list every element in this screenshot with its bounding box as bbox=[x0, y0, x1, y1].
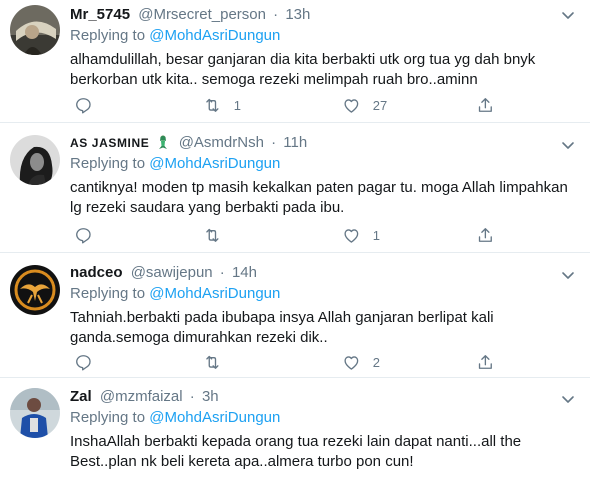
replying-to-label: Replying to bbox=[70, 27, 146, 44]
separator-dot: · bbox=[219, 264, 225, 281]
timestamp[interactable]: 13h bbox=[285, 6, 310, 23]
replying-to-label: Replying to bbox=[70, 409, 146, 426]
user-handle[interactable]: @sawijepun bbox=[131, 264, 213, 281]
chevron-down-icon[interactable] bbox=[560, 391, 576, 407]
tweet-text-line: cantiknya! moden tp masih kekalkan paten… bbox=[70, 179, 568, 196]
replying-to: Replying to @MohdAsriDungun bbox=[70, 154, 556, 174]
reply-tweet[interactable]: Zal @mzmfaizal · 3h Replying to @MohdAsr… bbox=[0, 378, 590, 481]
retweet-button[interactable] bbox=[203, 351, 222, 373]
chevron-down-icon[interactable] bbox=[560, 7, 576, 23]
avatar[interactable] bbox=[10, 5, 60, 55]
timestamp[interactable]: 3h bbox=[202, 388, 219, 405]
share-button[interactable] bbox=[476, 94, 495, 116]
like-button[interactable]: 27 bbox=[342, 94, 387, 116]
reply-feed: Mr_5745 @Mrsecret_person · 13h Replying … bbox=[0, 0, 590, 481]
avatar[interactable] bbox=[10, 265, 60, 315]
share-button[interactable] bbox=[476, 224, 495, 246]
tweet-header: nadceo @sawijepun · 14h bbox=[70, 263, 556, 283]
retweet-count: 1 bbox=[233, 97, 241, 113]
like-button[interactable]: 2 bbox=[342, 351, 380, 373]
display-name[interactable]: AS JASMINE bbox=[70, 136, 149, 150]
reply-button[interactable] bbox=[74, 351, 93, 373]
tweet-content: nadceo @sawijepun · 14h Replying to @Moh… bbox=[70, 263, 556, 348]
timestamp[interactable]: 11h bbox=[283, 134, 307, 151]
like-button[interactable]: 1 bbox=[342, 224, 380, 246]
mention-link[interactable]: @MohdAsriDungun bbox=[149, 155, 280, 172]
reply-button[interactable] bbox=[74, 94, 93, 116]
tweet-text-line: ganda.semoga dimurahkan rezeki dik.. bbox=[70, 329, 328, 346]
retweet-button[interactable] bbox=[203, 224, 222, 246]
tweet-text-line: alhamdulillah, besar ganjaran dia kita b… bbox=[70, 51, 536, 68]
replying-to-label: Replying to bbox=[70, 285, 146, 302]
tweet-actions: 2 bbox=[70, 351, 500, 373]
display-name[interactable]: nadceo bbox=[70, 264, 123, 281]
user-handle[interactable]: @Mrsecret_person bbox=[138, 6, 266, 23]
tweet-header: Mr_5745 @Mrsecret_person · 13h bbox=[70, 5, 556, 25]
retweet-button[interactable]: 1 bbox=[203, 94, 241, 116]
replying-to: Replying to @MohdAsriDungun bbox=[70, 408, 556, 428]
replying-to: Replying to @MohdAsriDungun bbox=[70, 26, 556, 46]
tweet-text-line: lg rezeki saudara yang berbakti pada ibu… bbox=[70, 199, 345, 216]
tweet-header: Zal @mzmfaizal · 3h bbox=[70, 387, 556, 407]
mention-link[interactable]: @MohdAsriDungun bbox=[149, 409, 280, 426]
user-handle[interactable]: @AsmdrNsh bbox=[179, 134, 264, 151]
mention-link[interactable]: @MohdAsriDungun bbox=[149, 285, 280, 302]
replying-to-label: Replying to bbox=[70, 155, 146, 172]
chevron-down-icon[interactable] bbox=[560, 137, 576, 153]
timestamp[interactable]: 14h bbox=[232, 264, 257, 281]
replying-to: Replying to @MohdAsriDungun bbox=[70, 284, 556, 304]
like-count: 2 bbox=[372, 354, 380, 370]
share-button[interactable] bbox=[476, 351, 495, 373]
tweet-header: AS JASMINE @AsmdrNsh · 11h bbox=[70, 133, 556, 153]
mention-link[interactable]: @MohdAsriDungun bbox=[149, 27, 280, 44]
tweet-actions: 1 bbox=[70, 224, 500, 246]
reply-button[interactable] bbox=[74, 224, 93, 246]
separator-dot: · bbox=[273, 6, 279, 23]
display-name[interactable]: Zal bbox=[70, 388, 92, 405]
tweet-actions: 1 27 bbox=[70, 94, 500, 116]
tweet-text: InshaAllah berbakti kepada orang tua rez… bbox=[70, 432, 556, 472]
tweet-text-line: InshaAllah berbakti kepada orang tua rez… bbox=[70, 433, 522, 450]
retweet-icon bbox=[206, 355, 219, 369]
reply-tweet[interactable]: Mr_5745 @Mrsecret_person · 13h Replying … bbox=[0, 0, 590, 123]
share-icon bbox=[478, 97, 492, 112]
share-icon bbox=[478, 227, 492, 242]
tweet-text-line: Tahniah.berbakti pada ibubapa insya Alla… bbox=[70, 309, 494, 326]
tweet-text: cantiknya! moden tp masih kekalkan paten… bbox=[70, 178, 568, 218]
share-icon bbox=[478, 354, 492, 369]
reply-icon bbox=[76, 227, 91, 244]
like-icon bbox=[344, 98, 359, 113]
tweet-text-line: berkorban utk kita.. semoga rezeki melim… bbox=[70, 71, 478, 88]
retweet-icon bbox=[206, 98, 219, 112]
tweet-content: Mr_5745 @Mrsecret_person · 13h Replying … bbox=[70, 5, 556, 90]
tweet-text: Tahniah.berbakti pada ibubapa insya Alla… bbox=[70, 308, 556, 348]
reply-tweet[interactable]: AS JASMINE @AsmdrNsh · 11h Replying to @… bbox=[0, 123, 590, 253]
reply-tweet[interactable]: nadceo @sawijepun · 14h Replying to @Moh… bbox=[0, 253, 590, 378]
reply-icon bbox=[76, 354, 91, 371]
like-count: 1 bbox=[372, 227, 380, 243]
like-icon bbox=[344, 228, 359, 243]
mermaid-emoji bbox=[155, 134, 171, 150]
like-icon bbox=[344, 355, 359, 370]
tweet-text-line: Best..plan nk beli kereta apa..almera tu… bbox=[70, 453, 414, 470]
reply-icon bbox=[76, 97, 91, 114]
chevron-down-icon[interactable] bbox=[560, 267, 576, 283]
display-name[interactable]: Mr_5745 bbox=[70, 6, 130, 23]
avatar[interactable] bbox=[10, 388, 60, 438]
tweet-content: AS JASMINE @AsmdrNsh · 11h Replying to @… bbox=[70, 133, 568, 218]
user-handle[interactable]: @mzmfaizal bbox=[100, 388, 183, 405]
tweet-text: alhamdulillah, besar ganjaran dia kita b… bbox=[70, 50, 556, 90]
like-count: 27 bbox=[372, 97, 388, 113]
retweet-icon bbox=[206, 228, 219, 242]
separator-dot: · bbox=[189, 388, 195, 405]
tweet-content: Zal @mzmfaizal · 3h Replying to @MohdAsr… bbox=[70, 387, 556, 472]
avatar[interactable] bbox=[10, 135, 60, 185]
separator-dot: · bbox=[271, 134, 277, 151]
